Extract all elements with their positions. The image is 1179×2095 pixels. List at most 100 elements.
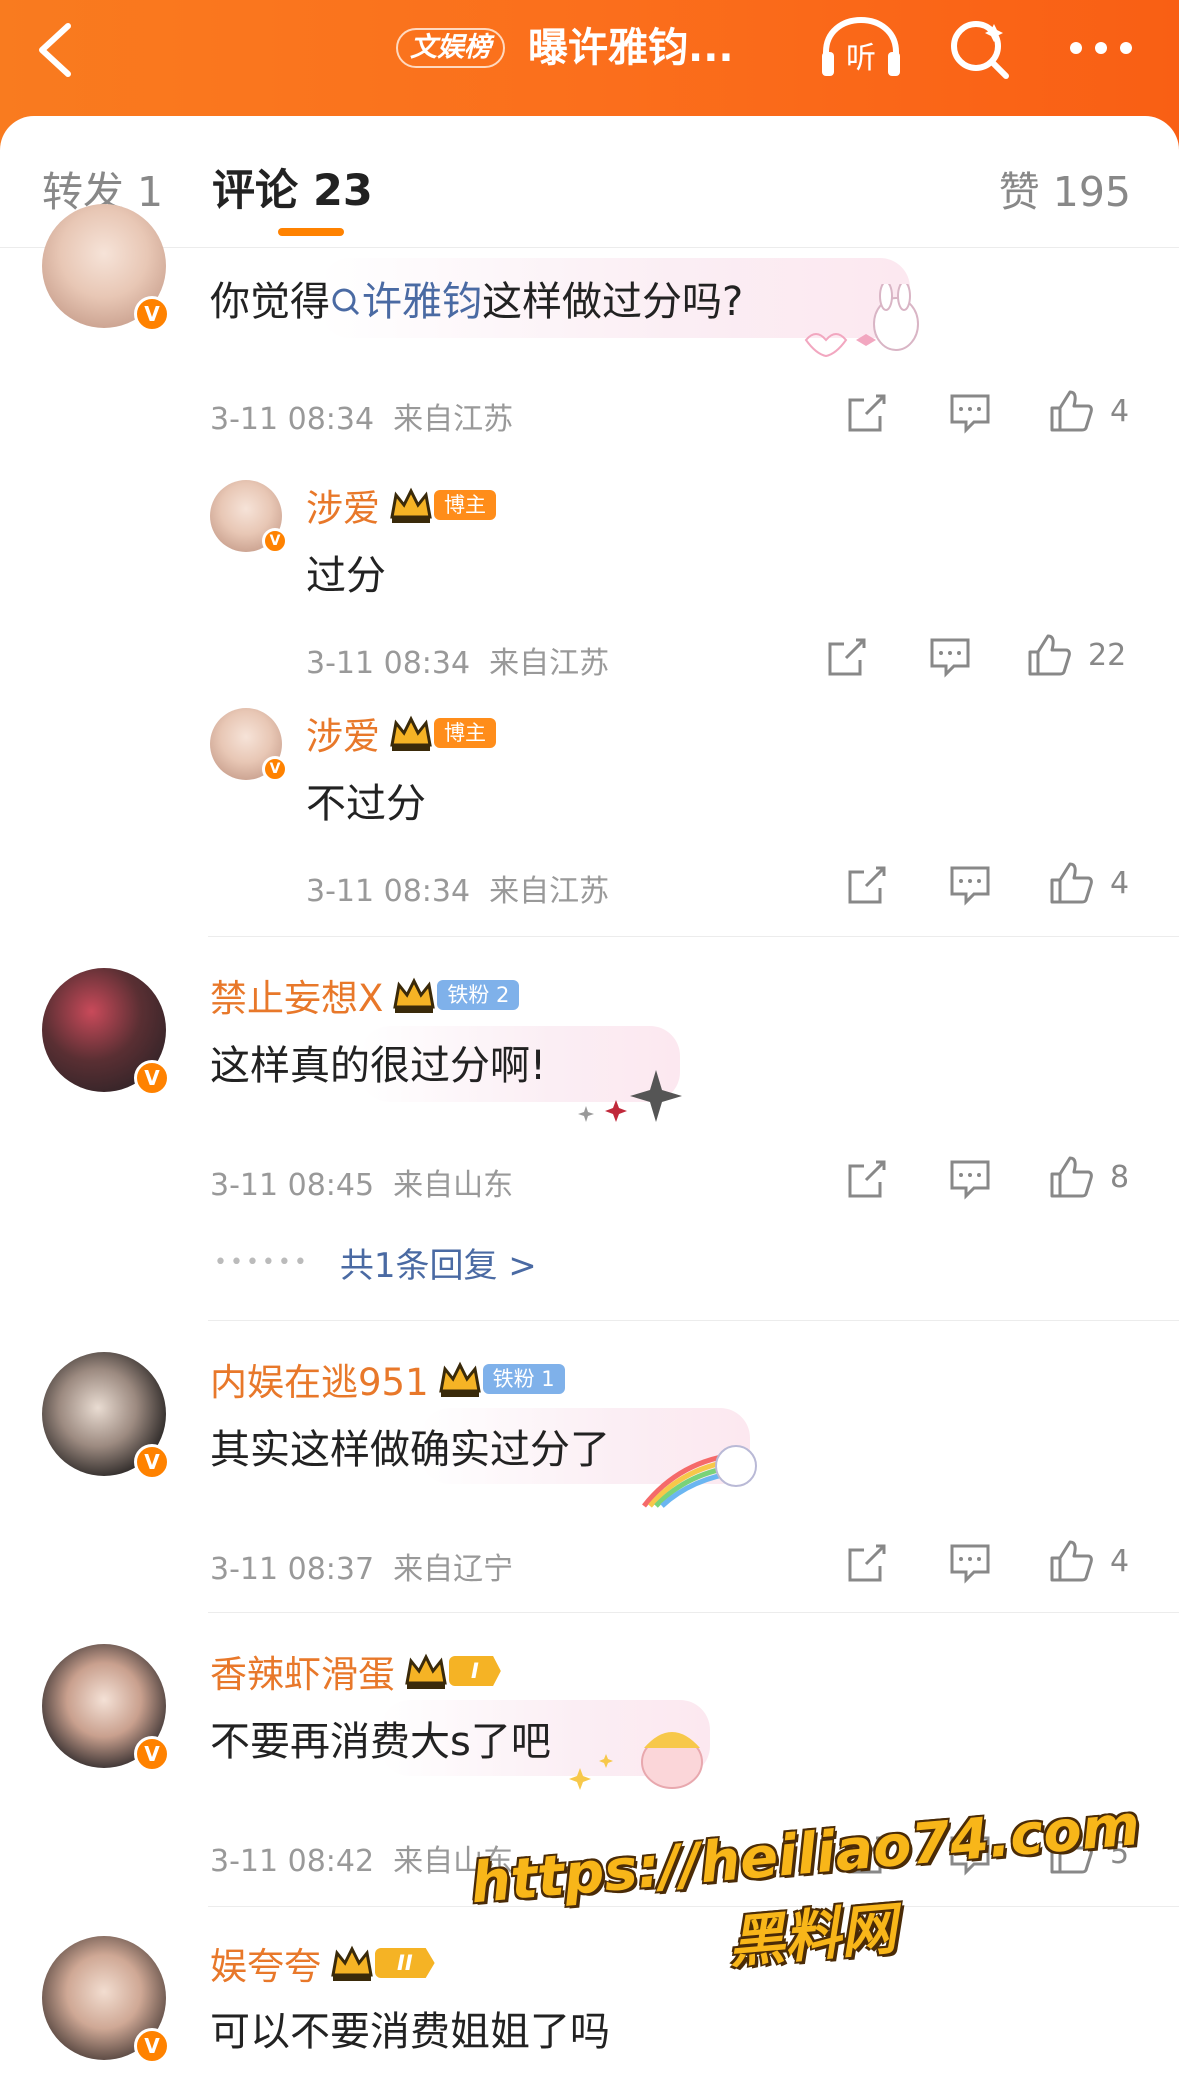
topic-title[interactable]: 曝许雅钧... bbox=[528, 24, 734, 72]
share-button[interactable] bbox=[826, 636, 868, 678]
like-icon bbox=[1050, 1156, 1093, 1198]
comment-time: 3-11 08:45 bbox=[210, 1168, 375, 1203]
share-button[interactable] bbox=[846, 392, 888, 434]
reply-meta: 3-11 08:34 来自江苏 bbox=[306, 866, 609, 910]
avatar[interactable]: V bbox=[42, 968, 170, 1096]
avatar[interactable]: V bbox=[210, 480, 288, 554]
reply-button[interactable] bbox=[948, 392, 992, 434]
like-button[interactable]: 4 bbox=[1048, 860, 1129, 906]
watermark: https://heiliao74.com 黑料网 bbox=[459, 1792, 1159, 2002]
pig-sticker-icon bbox=[569, 1732, 703, 1790]
reply-button[interactable] bbox=[948, 864, 992, 906]
share-icon bbox=[848, 1160, 886, 1198]
like-count: 4 bbox=[1110, 1543, 1130, 1579]
avatar[interactable]: V bbox=[42, 1352, 170, 1480]
tab-likes[interactable]: 赞 195 bbox=[999, 158, 1131, 218]
tab-active-indicator bbox=[278, 228, 344, 236]
reply-location: 来自江苏 bbox=[489, 646, 610, 681]
comment-meta: 3-11 08:37 来自辽宁 bbox=[210, 1544, 513, 1588]
comment-location: 来自辽宁 bbox=[393, 1552, 514, 1587]
username[interactable]: 涉爱 bbox=[306, 478, 380, 532]
rainbow-sticker-icon bbox=[642, 1445, 757, 1508]
verified-icon: V bbox=[134, 1736, 170, 1772]
share-button[interactable] bbox=[846, 864, 888, 906]
reply-button[interactable] bbox=[928, 636, 972, 678]
comment-text: 你觉得 许雅钧这样做过分吗? bbox=[210, 276, 743, 328]
avatar[interactable]: V bbox=[42, 204, 170, 332]
username[interactable]: 香辣虾滑蛋 bbox=[210, 1644, 395, 1698]
like-count: 4 bbox=[1110, 393, 1130, 429]
like-count: 4 bbox=[1110, 865, 1130, 901]
comment-location: 来自江苏 bbox=[393, 402, 514, 437]
reply-user: 涉爱 博主 bbox=[306, 480, 496, 530]
like-button[interactable]: 22 bbox=[1026, 632, 1126, 678]
avatar[interactable]: V bbox=[42, 1644, 170, 1772]
comment-meta: 3-11 08:34 来自江苏 bbox=[210, 394, 513, 438]
tab-comment[interactable]: 评论 23 bbox=[212, 156, 373, 218]
comment-icon bbox=[950, 1160, 990, 1200]
tab-bar: 转发 1 评论 23 赞 195 bbox=[0, 116, 1179, 248]
crown-icon bbox=[390, 715, 432, 751]
dots-icon: •••••• bbox=[214, 1250, 310, 1275]
comment-text: 可以不要消费姐姐了吗 bbox=[210, 2009, 610, 2055]
crown-icon bbox=[390, 487, 432, 523]
more-replies-link[interactable]: •••••• 共1条回复 > bbox=[214, 1238, 537, 1287]
topic-link[interactable]: 许雅钧 bbox=[330, 279, 482, 325]
sparkle-sticker-icon bbox=[578, 1070, 682, 1122]
topic-tag[interactable]: 文娱榜 bbox=[396, 28, 505, 68]
more-icon[interactable] bbox=[1066, 38, 1136, 58]
verified-icon: V bbox=[262, 756, 288, 782]
username[interactable]: 禁止妄想X bbox=[210, 968, 383, 1022]
comment-divider bbox=[208, 1320, 1179, 1321]
blogger-badge: 博主 bbox=[434, 490, 496, 520]
search-icon bbox=[332, 288, 360, 316]
comment-icon bbox=[950, 394, 990, 434]
comment-text: 不要再消费大s了吧 bbox=[210, 1719, 551, 1765]
reply-button[interactable] bbox=[948, 1158, 992, 1200]
like-icon bbox=[1050, 390, 1093, 432]
reply-time: 3-11 08:34 bbox=[306, 646, 471, 681]
username[interactable]: 涉爱 bbox=[306, 706, 380, 760]
reply-button[interactable] bbox=[948, 1542, 992, 1584]
comment-user: 娱夸夸 II bbox=[210, 1938, 435, 1988]
search-icon[interactable] bbox=[948, 18, 1012, 82]
crown-icon bbox=[405, 1653, 447, 1689]
username[interactable]: 娱夸夸 bbox=[210, 1936, 321, 1990]
comment-user: 香辣虾滑蛋 I bbox=[210, 1646, 501, 1696]
comment-text: 其实这样做确实过分了 bbox=[210, 1427, 610, 1473]
comment-time: 3-11 08:34 bbox=[210, 402, 375, 437]
avatar[interactable]: V bbox=[210, 708, 288, 782]
member-level-badge: I bbox=[449, 1656, 501, 1686]
comment-divider bbox=[208, 1612, 1179, 1613]
comment-divider bbox=[208, 936, 1179, 937]
blogger-badge: 博主 bbox=[434, 718, 496, 748]
comment-user: 内娱在逃951 铁粉 1 bbox=[210, 1354, 565, 1404]
crown-icon bbox=[331, 1945, 373, 1981]
like-button[interactable]: 4 bbox=[1048, 388, 1129, 434]
comment-text-part: 这样做过分吗? bbox=[482, 279, 744, 325]
bunny-sticker-icon bbox=[804, 284, 919, 358]
like-count: 8 bbox=[1110, 1159, 1130, 1195]
share-button[interactable] bbox=[846, 1542, 888, 1584]
like-icon bbox=[1050, 862, 1093, 904]
comment-icon bbox=[950, 866, 990, 906]
member-level-badge: II bbox=[375, 1948, 435, 1978]
comment-text: 这样真的很过分啊! bbox=[210, 1043, 547, 1089]
verified-icon: V bbox=[262, 528, 288, 554]
reply-meta: 3-11 08:34 来自江苏 bbox=[306, 638, 609, 682]
comment-location: 来自山东 bbox=[393, 1168, 514, 1203]
like-button[interactable]: 4 bbox=[1048, 1538, 1129, 1584]
more-replies-text: 共1条回复 > bbox=[339, 1246, 537, 1286]
share-icon bbox=[848, 866, 886, 904]
reply-time: 3-11 08:34 bbox=[306, 874, 471, 909]
avatar[interactable]: V bbox=[42, 1936, 170, 2064]
like-button[interactable]: 8 bbox=[1048, 1154, 1129, 1200]
comment-icon bbox=[950, 1544, 990, 1584]
username[interactable]: 内娱在逃951 bbox=[210, 1352, 429, 1406]
back-icon[interactable] bbox=[30, 18, 80, 82]
verified-icon: V bbox=[134, 2028, 170, 2064]
svg-text:听: 听 bbox=[846, 41, 876, 76]
comment-user: 禁止妄想X 铁粉 2 bbox=[210, 968, 520, 1022]
share-button[interactable] bbox=[846, 1158, 888, 1200]
listen-icon[interactable]: 听 bbox=[818, 16, 904, 80]
